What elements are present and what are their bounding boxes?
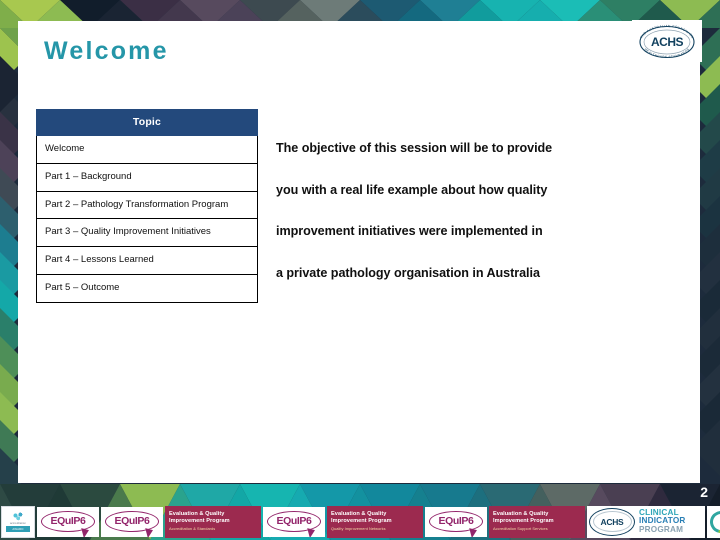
equip6-logo-1: EQuIP6 [37, 506, 99, 537]
equip6-bubble-icon: EQuIP6 [267, 511, 321, 537]
objective-line-1: The objective of this session will be to… [276, 141, 553, 155]
equip-program-panel-1: Evaluation & Quality Improvement Program… [165, 505, 261, 538]
improvement-academy-logo: the achs Improvement Academy [707, 505, 720, 538]
agenda-item-part-4: Part 4 – Lessons Learned [36, 246, 258, 276]
table-row: Part 4 – Lessons Learned [36, 246, 258, 276]
equip-panel-line1: Evaluation & Quality [493, 511, 549, 518]
slide-number: 2 [700, 484, 708, 500]
agenda-table: Topic Welcome Part 1 – Background Part 2… [36, 109, 258, 303]
equip-panel-line2: Improvement Program [331, 518, 392, 525]
cip-word-program: PROGRAM [639, 524, 684, 534]
table-row: Part 2 – Pathology Transformation Progra… [36, 190, 258, 220]
objective-text-block: The objective of this session will be to… [276, 142, 668, 279]
equip6-bubble-icon: EQuIP6 [41, 511, 95, 537]
slide-canvas: Welcome Topic Welcome Part 1 – Backgroun… [0, 0, 720, 540]
badge-bar: AWARD [6, 526, 30, 533]
swoosh-icon [707, 506, 720, 537]
equip-panel-line2: Improvement Program [493, 518, 554, 525]
equip6-label: EQuIP6 [438, 515, 474, 528]
equip6-label: EQuIP6 [50, 515, 86, 528]
table-header-row: Topic [36, 109, 258, 136]
svg-text:ACHS: ACHS [651, 35, 683, 49]
badge-mark-icon [10, 510, 26, 522]
equip-program-panel-2: Evaluation & Quality Improvement Program… [327, 505, 423, 538]
table-row: Part 1 – Background [36, 162, 258, 192]
equip6-tail-icon [79, 528, 89, 537]
nsw-health-badge-logo: accreditation AWARD [1, 505, 35, 538]
equip6-label: EQuIP6 [114, 515, 150, 528]
achs-oval-icon: ACHS [589, 507, 635, 536]
equip6-bubble-icon: EQuIP6 [429, 511, 483, 537]
equip-panel-line3: Quality Improvement Networks [331, 526, 386, 532]
achs-oval-icon: THE AUSTRALIAN COUNCIL ON HEALTHCARE STA… [639, 24, 695, 59]
table-row: Part 3 – Quality Improvement Initiatives [36, 218, 258, 248]
equip6-bubble-icon: EQuIP6 [105, 511, 159, 537]
agenda-item-part-3: Part 3 – Quality Improvement Initiatives [36, 218, 258, 248]
equip6-tail-icon [305, 528, 315, 537]
achs-oval-ring-icon [592, 511, 632, 532]
page-title: Welcome [44, 37, 169, 65]
equip6-logo-3: EQuIP6 [263, 506, 325, 537]
agenda-item-part-1: Part 1 – Background [36, 162, 258, 192]
objective-line-2: you with a real life example about how q… [276, 182, 548, 197]
footer-logo-strip: accreditation AWARD EQuIP6 EQuIP6 Evalua… [0, 503, 720, 540]
equip6-logo-4: EQuIP6 [425, 506, 487, 537]
table-row: Part 5 – Outcome [36, 274, 258, 303]
table-row: Welcome [36, 135, 258, 164]
equip6-label: EQuIP6 [276, 515, 312, 528]
clinical-indicator-program-logo: ACHS CLINICAL INDICATOR PROGRAM [587, 505, 705, 538]
equip-program-panel-3: Evaluation & Quality Improvement Program… [489, 505, 585, 538]
agenda-item-welcome: Welcome [36, 135, 258, 164]
table-header-topic: Topic [36, 109, 258, 136]
achs-logo: THE AUSTRALIAN COUNCIL ON HEALTHCARE STA… [632, 20, 702, 62]
badge-caption: accreditation [9, 521, 26, 525]
equip-panel-line3: Accreditation & Standards [169, 526, 216, 532]
equip-panel-line2: Improvement Program [169, 518, 230, 525]
equip-panel-line1: Evaluation & Quality [331, 511, 387, 518]
agenda-item-part-2: Part 2 – Pathology Transformation Progra… [36, 190, 258, 220]
objective-line-4: a private pathology organisation in Aust… [276, 265, 540, 280]
cip-wordmark: CLINICAL INDICATOR PROGRAM [639, 508, 686, 535]
equip6-tail-icon [143, 528, 153, 537]
equip-panel-line1: Evaluation & Quality [169, 511, 225, 518]
equip6-tail-icon [467, 528, 477, 537]
equip-panel-line3: Accreditation Support Services [493, 526, 548, 532]
equip6-logo-2: EQuIP6 [101, 506, 163, 537]
agenda-item-part-5: Part 5 – Outcome [36, 274, 258, 303]
svg-text:HEALTHCARE STANDARDS: HEALTHCARE STANDARDS [644, 47, 691, 59]
objective-line-3: improvement initiatives were implemented… [276, 224, 543, 239]
